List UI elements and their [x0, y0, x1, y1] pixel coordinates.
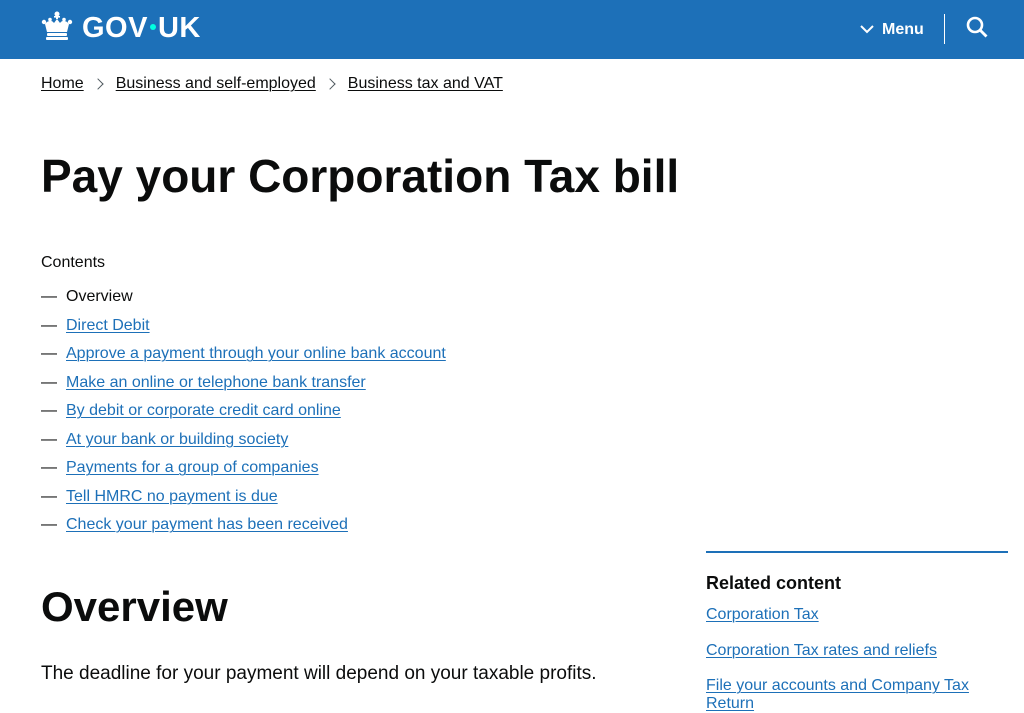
- contents-link-bank-building-society[interactable]: At your bank or building society: [66, 431, 288, 449]
- contents-list: — Overview — Direct Debit — Approve a payme…: [41, 283, 446, 540]
- header-divider: [944, 14, 945, 44]
- search-button[interactable]: [964, 16, 990, 42]
- related-content: Related content Corporation Tax Corporat…: [706, 551, 1008, 713]
- menu-button[interactable]: Menu: [860, 17, 924, 43]
- chevron-down-icon: [860, 21, 882, 39]
- related-content-list: Corporation Tax Corporation Tax rates an…: [706, 606, 1008, 713]
- related-link-file-accounts[interactable]: File your accounts and Company Tax Retur…: [706, 677, 1008, 713]
- crown-icon: [40, 10, 74, 47]
- contents-link-direct-debit[interactable]: Direct Debit: [66, 317, 150, 335]
- contents-item: — Approve a payment through your online b…: [41, 345, 446, 363]
- related-item: File your accounts and Company Tax Retur…: [706, 677, 1008, 713]
- contents-item: — By debit or corporate credit card onlin…: [41, 402, 341, 420]
- contents-item: — Make an online or telephone bank transf…: [41, 373, 366, 392]
- contents-link-online-bank[interactable]: Approve a payment through your online ba…: [66, 345, 446, 363]
- related-item: Corporation Tax: [706, 606, 1008, 642]
- related-link-corporation-tax[interactable]: Corporation Tax: [706, 606, 819, 624]
- site-header: GOV UK Menu: [0, 0, 1024, 59]
- logo-dot: [149, 23, 156, 30]
- search-icon: [966, 16, 988, 43]
- related-item: Corporation Tax rates and reliefs: [706, 642, 1008, 678]
- contents-heading: Contents: [41, 254, 106, 271]
- related-content-heading: Related content: [706, 573, 842, 593]
- contents-item: — Direct Debit: [41, 316, 150, 335]
- related-link-rates-reliefs[interactable]: Corporation Tax rates and reliefs: [706, 642, 937, 660]
- page-title: Pay your Corporation Tax bill: [41, 150, 680, 202]
- breadcrumb-home-link[interactable]: Home: [41, 75, 84, 93]
- govuk-logotype: GOV UK: [82, 12, 201, 45]
- logo-text-right: UK: [157, 11, 201, 44]
- breadcrumb-business-link[interactable]: Business and self-employed: [116, 75, 316, 93]
- contents-link-bank-transfer[interactable]: Make an online or telephone bank transfe…: [66, 374, 366, 392]
- breadcrumb: Home Business and self-employed Business…: [41, 75, 503, 93]
- overview-paragraph: The deadline for your payment will depen…: [41, 663, 597, 684]
- contents-item: — Payments for a group of companies: [41, 459, 319, 477]
- logo-text-left: GOV: [82, 11, 148, 44]
- contents-item: — At your bank or building society: [41, 430, 289, 449]
- contents-link-group-payments[interactable]: Payments for a group of companies: [66, 459, 319, 477]
- menu-label: Menu: [882, 21, 924, 38]
- contents-link-no-payment-due[interactable]: Tell HMRC no payment is due: [66, 488, 278, 506]
- breadcrumb-business-tax-link[interactable]: Business tax and VAT: [348, 75, 503, 93]
- contents-item-current: Overview: [66, 288, 133, 306]
- contents-link-card-online[interactable]: By debit or corporate credit card online: [66, 402, 341, 420]
- govuk-logo-link[interactable]: GOV UK: [40, 8, 201, 48]
- contents-item: — Check your payment has been received: [41, 516, 348, 534]
- contents-link-check-payment[interactable]: Check your payment has been received: [66, 516, 348, 534]
- contents-item: — Tell HMRC no payment is due: [41, 487, 278, 506]
- breadcrumb-separator-icon: [324, 78, 336, 90]
- overview-heading: Overview: [41, 583, 228, 630]
- contents-item: — Overview: [41, 288, 133, 306]
- breadcrumb-separator-icon: [92, 78, 104, 90]
